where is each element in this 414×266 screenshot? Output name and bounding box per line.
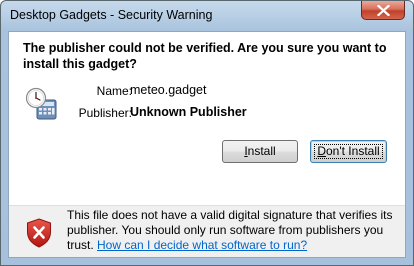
close-icon xyxy=(377,5,390,16)
install-button-label: Install xyxy=(244,144,275,158)
dont-install-label-rest: on't Install xyxy=(326,144,380,158)
name-value: meteo.gadget xyxy=(130,83,207,97)
install-button[interactable]: Install xyxy=(222,140,298,163)
help-link[interactable]: How can I decide what software to run? xyxy=(97,238,307,252)
dialog-headline: The publisher could not be verified. Are… xyxy=(23,41,387,71)
security-warning-window: Desktop Gadgets - Security Warning The p… xyxy=(0,0,414,266)
publisher-value: Unknown Publisher xyxy=(130,105,247,119)
dialog-content: The publisher could not be verified. Are… xyxy=(8,31,406,258)
publisher-label: Publisher: xyxy=(78,106,132,120)
dont-install-mnemonic: D xyxy=(317,144,326,158)
shield-error-icon xyxy=(27,218,51,248)
install-label-rest: nstall xyxy=(247,144,276,158)
gadget-clock-calculator-icon xyxy=(25,87,57,120)
title-bar[interactable]: Desktop Gadgets - Security Warning xyxy=(1,1,413,31)
dont-install-button-label: Don't Install xyxy=(317,144,379,158)
window-title: Desktop Gadgets - Security Warning xyxy=(10,8,213,22)
dont-install-button[interactable]: Don't Install xyxy=(310,140,387,163)
name-label: Name: xyxy=(96,84,132,98)
warning-message: This file does not have a valid digital … xyxy=(67,208,397,253)
warning-footer: This file does not have a valid digital … xyxy=(9,206,405,257)
close-button[interactable] xyxy=(361,1,405,20)
